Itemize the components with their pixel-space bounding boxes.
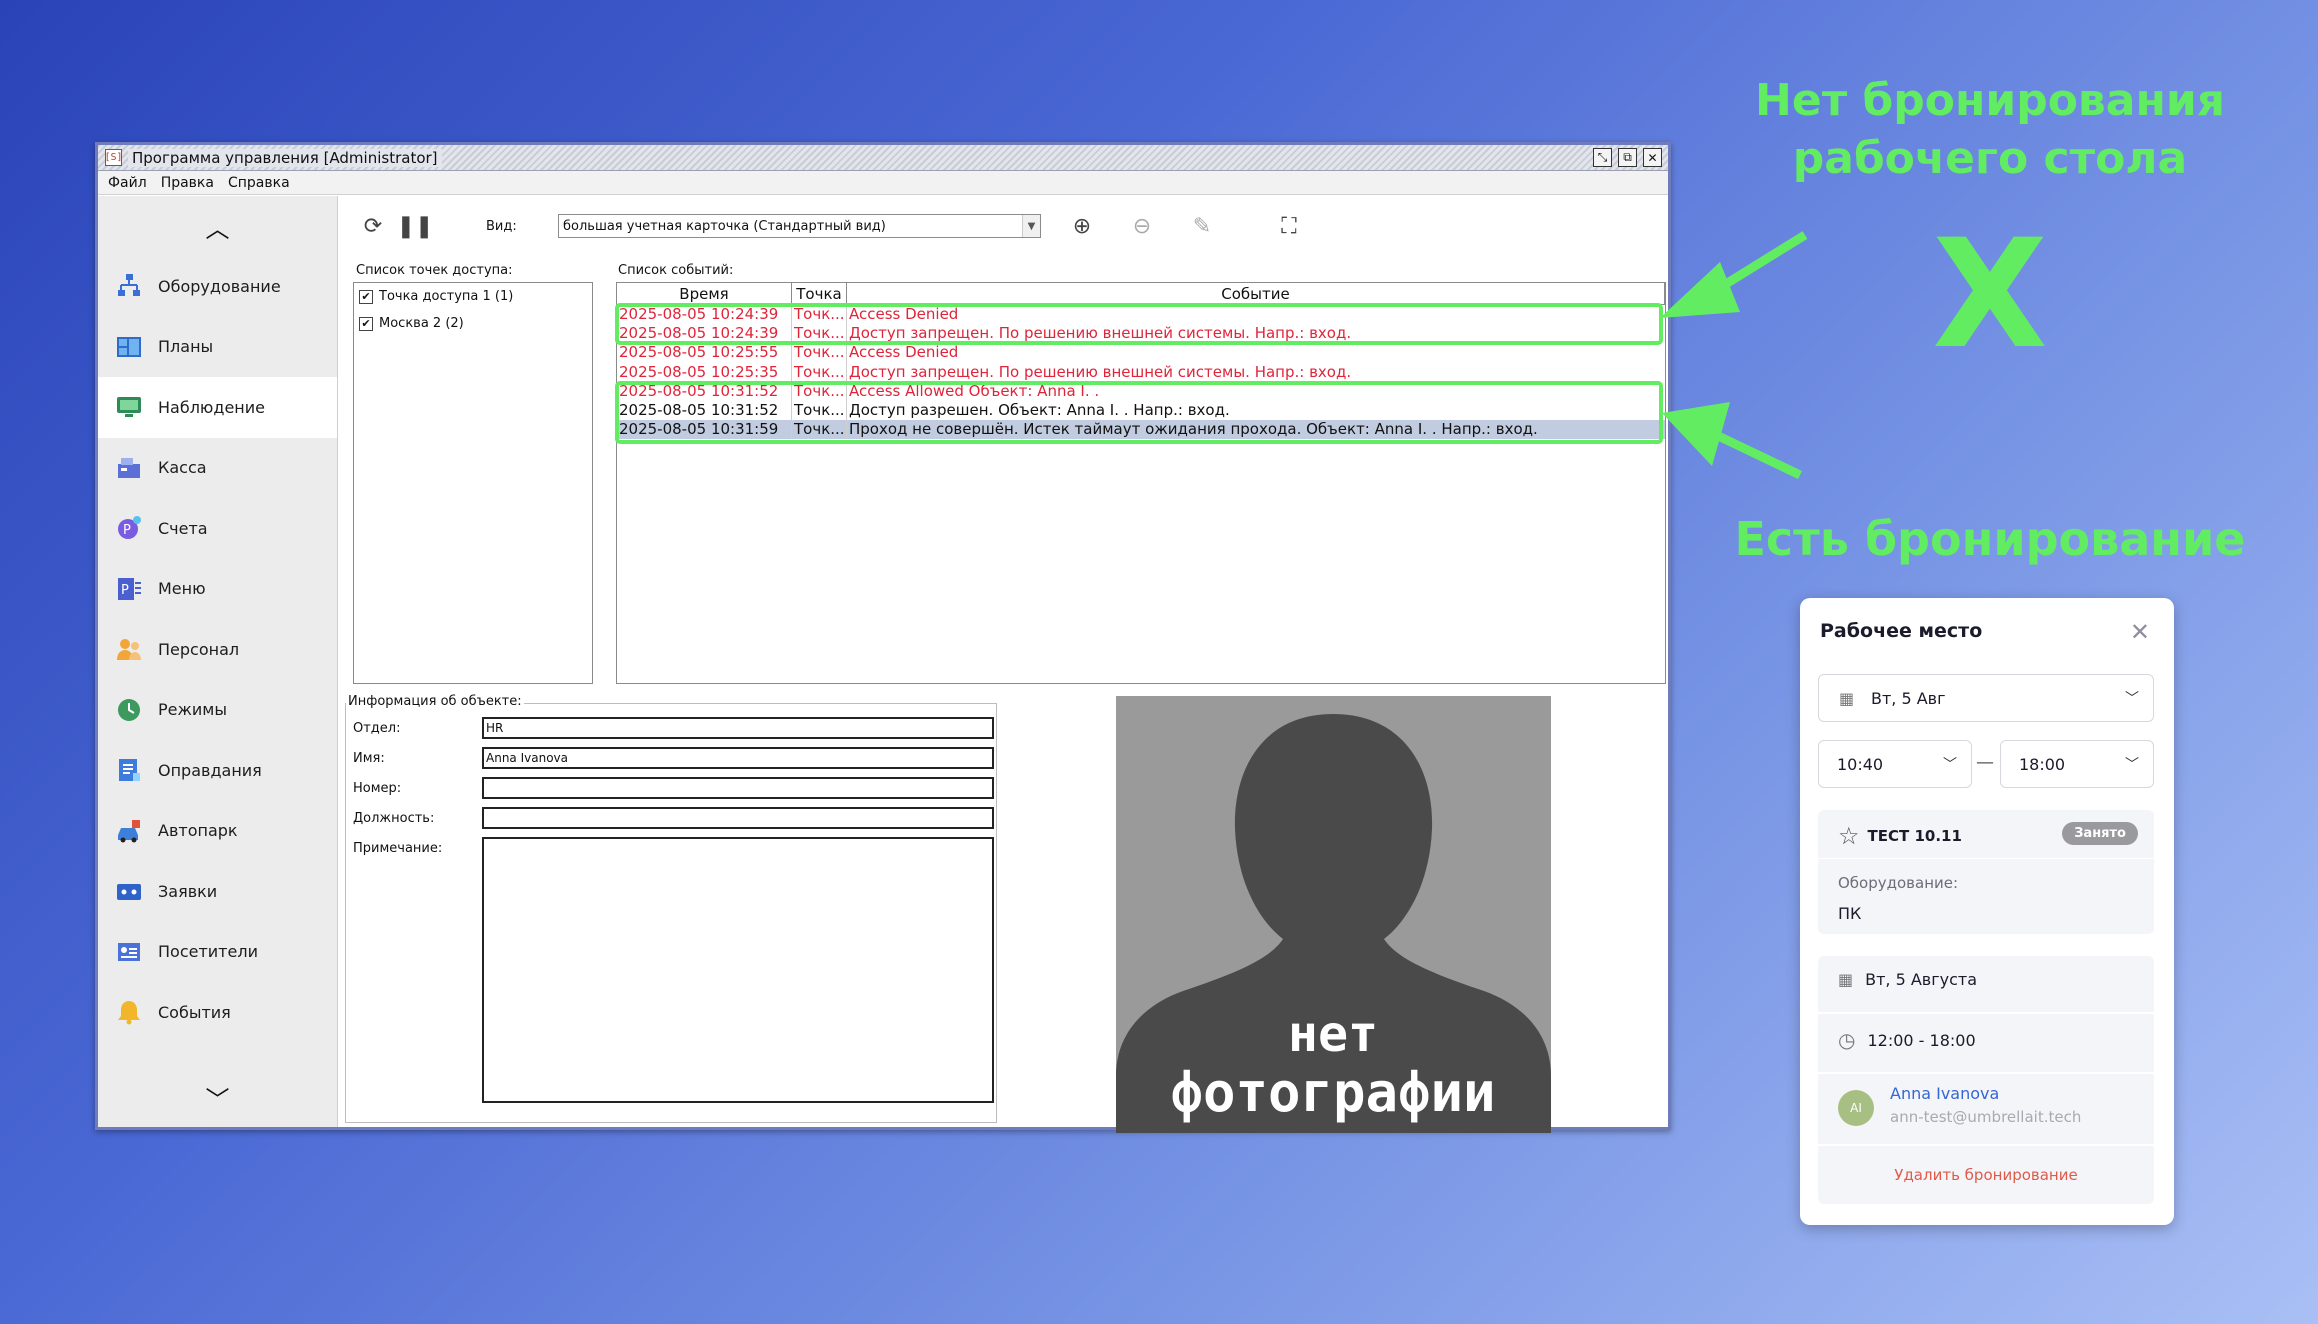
arrow-lower-head — [1662, 402, 1730, 466]
date-select-value: Вт, 5 Авг — [1871, 688, 1946, 708]
booking-card: Рабочее место ✕ ▦ Вт, 5 Авг ﹀ 10:40 ﹀ — … — [1800, 598, 2174, 1225]
time-from-select[interactable]: 10:40 ﹀ — [1818, 740, 1972, 788]
delete-booking-button[interactable]: Удалить бронирование — [1818, 1166, 2154, 1184]
close-icon[interactable]: ✕ — [2130, 618, 2150, 646]
chevron-down-icon: ﹀ — [1943, 757, 1957, 773]
time-dash: — — [1976, 752, 1994, 773]
avatar: AI — [1838, 1090, 1874, 1126]
clock-icon: ◷ — [1838, 1028, 1856, 1052]
date-select[interactable]: ▦ Вт, 5 Авг ﹀ — [1818, 674, 2154, 722]
booking-date: Вт, 5 Августа — [1865, 970, 1978, 989]
arrow-upper-head — [1660, 262, 1740, 318]
time-to-select[interactable]: 18:00 ﹀ — [2000, 740, 2154, 788]
equipment-value: ПК — [1838, 904, 1862, 923]
chevron-down-icon: ﹀ — [2125, 757, 2139, 773]
user-email: ann-test@umbrellait.tech — [1890, 1108, 2082, 1126]
arrow-lower-line — [1708, 427, 1802, 480]
status-badge: Занято — [2062, 822, 2138, 845]
desk-name: ТЕСТ 10.11 — [1867, 827, 1962, 845]
calendar-icon: ▦ — [1838, 970, 1854, 989]
time-from-value: 10:40 — [1837, 754, 1884, 774]
calendar-icon: ▦ — [1839, 688, 1855, 708]
booking-time: 12:00 - 18:00 — [1867, 1030, 1976, 1050]
desk-block: ☆ ТЕСТ 10.11 Занято Оборудование: ПК — [1818, 810, 2154, 934]
star-icon[interactable]: ☆ — [1838, 822, 1860, 850]
chevron-down-icon: ﹀ — [2125, 691, 2139, 707]
booking-details-block: ▦ Вт, 5 Августа ◷ 12:00 - 18:00 AI Anna … — [1818, 956, 2154, 1204]
user-name-link[interactable]: Anna Ivanova — [1890, 1084, 1999, 1103]
equipment-label: Оборудование: — [1838, 874, 1959, 892]
card-title: Рабочее место — [1820, 620, 1983, 642]
time-to-value: 18:00 — [2019, 754, 2066, 774]
